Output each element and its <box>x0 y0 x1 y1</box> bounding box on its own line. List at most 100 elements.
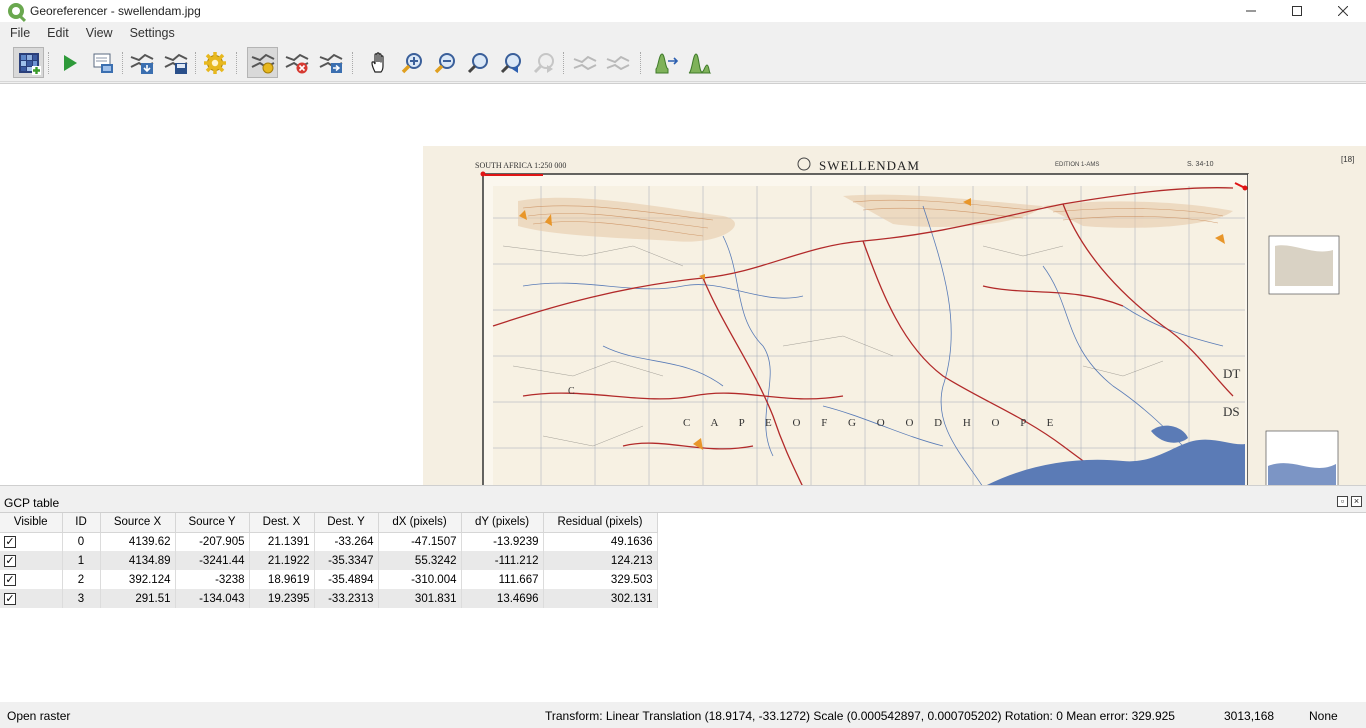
visible-checkbox[interactable]: ✓ <box>4 554 16 567</box>
map-region-label: C A P E O F G O O D H O P E <box>683 417 1062 429</box>
cell-dest-x[interactable]: 21.1922 <box>249 551 315 570</box>
link-qgis-to-georeferencer-button[interactable] <box>602 47 633 78</box>
crs-label[interactable]: None <box>1309 709 1338 723</box>
cell-id: 2 <box>62 570 101 589</box>
menu-bar: File Edit View Settings <box>0 22 1366 43</box>
col-dest-y[interactable]: Dest. Y <box>314 513 379 533</box>
cell-dest-x[interactable]: 18.9619 <box>249 570 315 589</box>
zoom-next-button[interactable] <box>528 47 559 78</box>
pan-button[interactable] <box>364 47 395 78</box>
visible-checkbox[interactable]: ✓ <box>4 573 16 586</box>
menu-edit[interactable]: Edit <box>37 26 76 40</box>
move-point-icon <box>319 53 342 73</box>
zoom-next-icon <box>533 52 554 73</box>
zoom-last-button[interactable] <box>495 47 526 78</box>
delete-point-button[interactable] <box>281 47 312 78</box>
map-header-right: S. 34-10 <box>1187 161 1214 168</box>
cell-residual: 329.503 <box>543 570 658 589</box>
zoom-in-button[interactable] <box>396 47 427 78</box>
gcp-dock-header: GCP table ▫ × <box>0 494 1366 512</box>
move-gcp-point-button[interactable] <box>315 47 346 78</box>
cell-dest-x[interactable]: 21.1391 <box>249 532 315 551</box>
load-gcp-points-button[interactable] <box>126 47 157 78</box>
map-edition: EDITION 1-AMS <box>1055 162 1099 168</box>
cell-source-x[interactable]: 4134.89 <box>100 551 176 570</box>
cell-id: 3 <box>62 589 101 608</box>
menu-view[interactable]: View <box>76 26 120 40</box>
cell-dest-x[interactable]: 19.2395 <box>249 589 315 608</box>
cell-source-y[interactable]: -207.905 <box>175 532 250 551</box>
map-sheet-title: SWELLENDAM <box>819 158 920 173</box>
col-source-x[interactable]: Source X <box>100 513 176 533</box>
cell-dest-y[interactable]: -33.264 <box>314 532 379 551</box>
col-dest-x[interactable]: Dest. X <box>249 513 315 533</box>
cell-source-y[interactable]: -3238 <box>175 570 250 589</box>
cell-source-x[interactable]: 291.51 <box>100 589 176 608</box>
toolbar-separator <box>195 52 197 74</box>
zoom-out-icon <box>434 52 455 73</box>
close-window-button[interactable] <box>1320 0 1366 22</box>
visible-checkbox[interactable]: ✓ <box>4 592 16 605</box>
link-georeferencer-to-qgis-button[interactable] <box>569 47 600 78</box>
col-residual[interactable]: Residual (pixels) <box>543 513 658 533</box>
toolbar-separator <box>236 52 238 74</box>
minimize-icon <box>1246 10 1256 12</box>
zoom-to-layer-button[interactable] <box>462 47 493 78</box>
cell-dx: 301.831 <box>378 589 462 608</box>
float-dock-button[interactable]: ▫ <box>1337 496 1348 507</box>
close-dock-button[interactable]: × <box>1351 496 1362 507</box>
toolbar-separator <box>122 52 124 74</box>
cell-source-x[interactable]: 4139.62 <box>100 532 176 551</box>
cell-dest-y[interactable]: -35.4894 <box>314 570 379 589</box>
col-visible[interactable]: Visible <box>0 513 63 533</box>
col-dx[interactable]: dX (pixels) <box>378 513 462 533</box>
transform-info: Transform: Linear Translation (18.9174, … <box>545 709 1175 723</box>
table-row[interactable]: ✓ 0 4139.62 -207.905 21.1391 -33.264 -47… <box>0 532 658 551</box>
cell-source-y[interactable]: -134.043 <box>175 589 250 608</box>
qgis-logo-icon <box>8 3 24 19</box>
add-point-button[interactable] <box>247 47 278 78</box>
open-raster-button[interactable] <box>13 47 44 78</box>
table-row[interactable]: ✓ 3 291.51 -134.043 19.2395 -33.2313 301… <box>0 589 658 608</box>
table-row[interactable]: ✓ 2 392.124 -3238 18.9619 -35.4894 -310.… <box>0 570 658 589</box>
col-id[interactable]: ID <box>62 513 101 533</box>
menu-file[interactable]: File <box>0 26 37 40</box>
delete-point-icon <box>285 53 308 73</box>
col-dy[interactable]: dY (pixels) <box>461 513 544 533</box>
menu-settings[interactable]: Settings <box>120 26 182 40</box>
minimize-button[interactable] <box>1228 0 1274 22</box>
cell-source-y[interactable]: -3241.44 <box>175 551 250 570</box>
title-bar: Georeferencer - swellendam.jpg <box>0 0 1366 22</box>
load-gcp-icon <box>130 53 153 74</box>
cell-source-x[interactable]: 392.124 <box>100 570 176 589</box>
local-histogram-stretch-button[interactable] <box>683 47 714 78</box>
gear-icon <box>203 51 226 74</box>
play-icon <box>63 54 77 71</box>
maximize-button[interactable] <box>1274 0 1320 22</box>
map-canvas[interactable]: SOUTH AFRICA 1:250 000 SWELLENDAM EDITIO… <box>0 83 1366 486</box>
cell-dest-y[interactable]: -33.2313 <box>314 589 379 608</box>
visible-checkbox[interactable]: ✓ <box>4 535 16 548</box>
gcp-table: Visible ID Source X Source Y Dest. X Des… <box>0 513 658 608</box>
topographic-map-drawing: SOUTH AFRICA 1:250 000 SWELLENDAM EDITIO… <box>423 146 1366 485</box>
gdal-script-icon <box>93 53 113 73</box>
cell-dest-y[interactable]: -35.3347 <box>314 551 379 570</box>
start-georeferencing-button[interactable] <box>53 47 84 78</box>
link-to-georeferencer-icon <box>606 55 629 70</box>
table-row[interactable]: ✓ 1 4134.89 -3241.44 21.1922 -35.3347 55… <box>0 551 658 570</box>
col-source-y[interactable]: Source Y <box>175 513 250 533</box>
cell-dy: -111.212 <box>461 551 544 570</box>
cell-residual: 302.131 <box>543 589 658 608</box>
cell-id: 1 <box>62 551 101 570</box>
raster-map-image: SOUTH AFRICA 1:250 000 SWELLENDAM EDITIO… <box>423 146 1366 485</box>
full-histogram-stretch-button[interactable] <box>650 47 681 78</box>
save-gcp-points-button[interactable] <box>160 47 191 78</box>
transformation-settings-button[interactable] <box>199 47 230 78</box>
generate-gdal-script-button[interactable] <box>87 47 118 78</box>
map-sheet-id: [18] <box>1341 155 1354 164</box>
zoom-out-button[interactable] <box>429 47 460 78</box>
gcp-table-area: Visible ID Source X Source Y Dest. X Des… <box>0 512 1366 702</box>
map-header-left: SOUTH AFRICA 1:250 000 <box>475 161 566 170</box>
gcp-header-row: Visible ID Source X Source Y Dest. X Des… <box>0 513 658 533</box>
toolbar-separator <box>563 52 565 74</box>
